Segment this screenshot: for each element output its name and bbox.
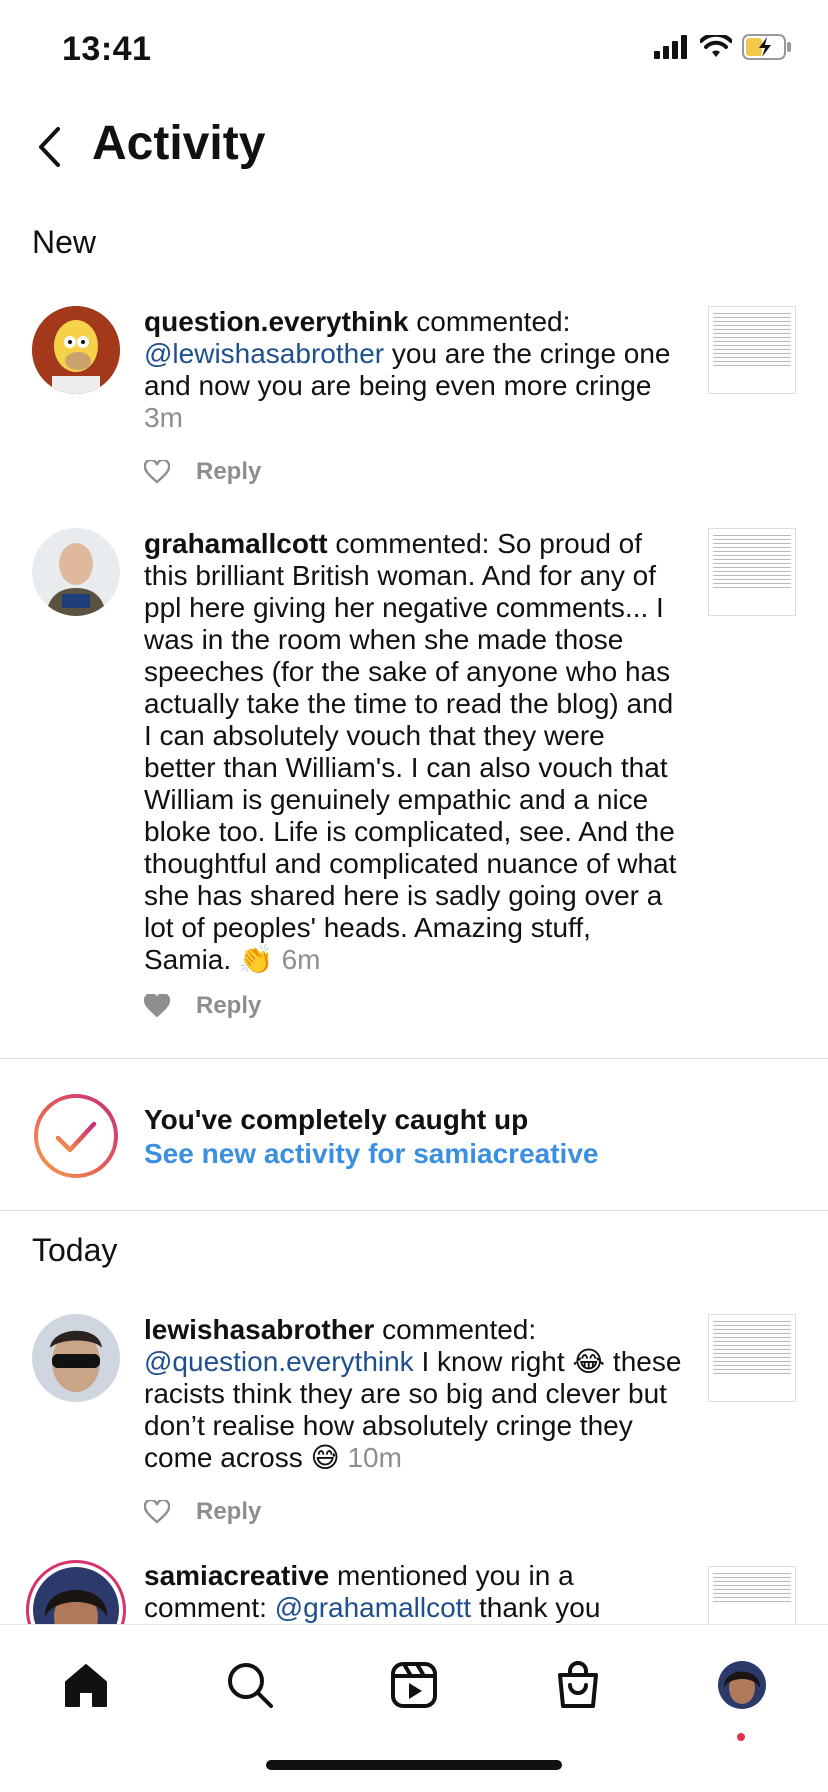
heart-outline-icon[interactable] — [144, 1500, 170, 1524]
avatar-image-samia — [33, 1567, 119, 1624]
avatar[interactable] — [32, 306, 120, 394]
status-time: 13:41 — [62, 30, 152, 68]
home-icon — [65, 1664, 107, 1707]
post-thumbnail[interactable] — [708, 1314, 796, 1402]
tab-profile[interactable] — [712, 1655, 772, 1715]
back-button[interactable] — [36, 122, 76, 172]
activity-item[interactable]: samiacreative mentioned you in a comment… — [0, 1560, 828, 1624]
cellular-signal-icon — [654, 35, 687, 59]
tab-shop[interactable] — [548, 1655, 608, 1715]
action-text: commented: — [408, 306, 571, 337]
divider — [0, 1210, 828, 1211]
comment-actions: Reply — [144, 1498, 261, 1526]
timestamp: 3m — [144, 402, 183, 433]
action-text: commented: — [327, 528, 498, 559]
home-indicator — [266, 1760, 562, 1770]
page-title: Activity — [92, 117, 266, 170]
battery-charging-icon — [742, 34, 791, 60]
comment-actions: Reply — [144, 992, 261, 1020]
timestamp: 10m — [347, 1442, 402, 1473]
caught-up-banner: You've completely caught up See new acti… — [0, 1088, 828, 1208]
avatar-story-ring[interactable] — [26, 1560, 126, 1624]
status-bar: 13:41 — [0, 0, 828, 96]
divider — [0, 1058, 828, 1059]
caught-up-title: You've completely caught up — [144, 1104, 529, 1135]
heart-outline-icon[interactable] — [144, 460, 170, 484]
shop-icon — [558, 1661, 598, 1708]
chevron-left-icon — [39, 127, 60, 167]
username[interactable]: lewishasabrother — [144, 1314, 374, 1345]
section-title-today: Today — [32, 1232, 118, 1268]
header: Activity — [0, 108, 828, 186]
see-new-activity-link[interactable]: See new activity for samiacreative — [144, 1138, 598, 1170]
comment-text: So proud of this brilliant British woman… — [144, 528, 677, 975]
avatar[interactable] — [32, 528, 120, 616]
post-thumbnail[interactable] — [708, 306, 796, 394]
tab-reels[interactable] — [384, 1655, 444, 1715]
username[interactable]: question.everythink — [144, 306, 409, 337]
avatar-image-lewis — [32, 1314, 120, 1402]
activity-text: samiacreative mentioned you in a comment… — [144, 1560, 684, 1624]
profile-avatar — [718, 1661, 766, 1709]
activity-text: grahamallcott commented: So proud of thi… — [144, 528, 684, 976]
checkmark-circle-icon — [34, 1094, 118, 1178]
avatar[interactable] — [32, 1314, 120, 1402]
status-icons — [654, 34, 792, 60]
section-title-new: New — [32, 224, 97, 260]
reply-button[interactable]: Reply — [196, 458, 261, 486]
heart-filled-icon[interactable] — [144, 994, 170, 1018]
reply-button[interactable]: Reply — [196, 992, 261, 1020]
username[interactable]: grahamallcott — [144, 528, 328, 559]
reply-button[interactable]: Reply — [196, 1498, 261, 1526]
wifi-icon — [700, 35, 732, 57]
activity-text: question.everythink commented: @lewishas… — [144, 306, 684, 434]
activity-text: lewishasabrother commented: @question.ev… — [144, 1314, 684, 1474]
notification-dot — [737, 1733, 745, 1741]
mention-link[interactable]: @question.everythink — [144, 1346, 414, 1377]
tab-home[interactable] — [56, 1655, 116, 1715]
action-text: commented: — [374, 1314, 537, 1345]
tab-search[interactable] — [220, 1655, 280, 1715]
search-icon — [228, 1663, 273, 1708]
mention-link[interactable]: @grahamallcott — [275, 1592, 472, 1623]
post-thumbnail[interactable] — [708, 1566, 796, 1624]
post-thumbnail[interactable] — [708, 528, 796, 616]
comment-actions: Reply — [144, 458, 261, 486]
comment-text: thank you — [471, 1592, 601, 1623]
username[interactable]: samiacreative — [144, 1560, 329, 1591]
timestamp: 6m — [281, 944, 321, 975]
reels-icon — [391, 1662, 437, 1708]
avatar-image-homer — [32, 306, 120, 394]
avatar-image-graham — [32, 528, 120, 616]
mention-link[interactable]: @lewishasabrother — [144, 338, 384, 369]
